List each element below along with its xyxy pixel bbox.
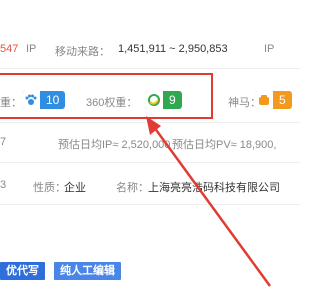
annotation-arrow-icon [146, 116, 272, 287]
